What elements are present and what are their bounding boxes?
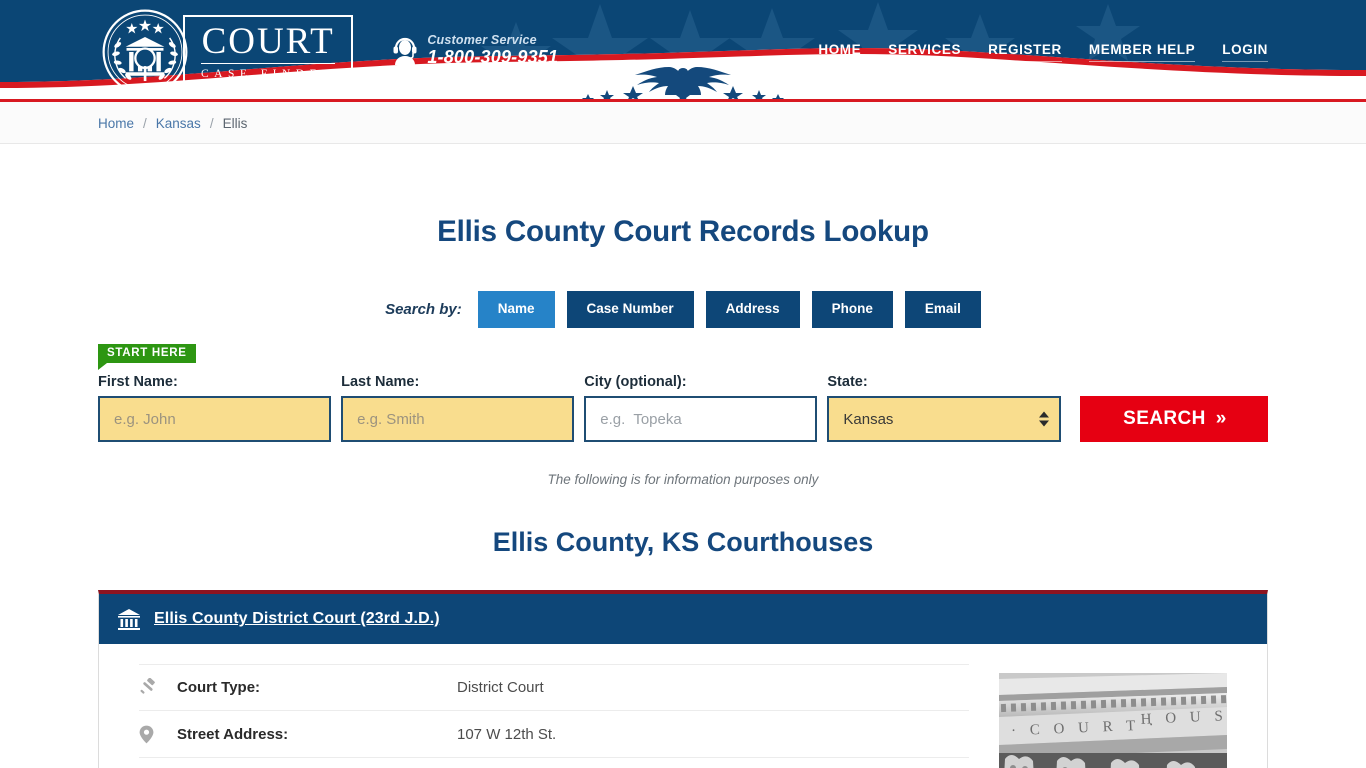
search-button[interactable]: SEARCH » [1079,396,1268,442]
tab-case-number[interactable]: Case Number [566,291,694,328]
tab-phone[interactable]: Phone [811,291,893,328]
breadcrumb-separator: / [209,115,214,131]
breadcrumb-current: Ellis [222,115,248,131]
tab-name[interactable]: Name [477,291,555,328]
customer-service-label: Customer Service [427,33,537,47]
state-select[interactable]: Kansas [827,396,1061,442]
header-eagle-emblem [582,67,784,102]
double-chevron-right-icon: » [1215,408,1226,429]
row-label: Street Address: [177,725,289,743]
last-name-input[interactable] [341,396,575,442]
start-here-wrapper: START HERE [98,343,1268,370]
start-here-badge: START HERE [98,343,196,370]
last-name-field-group: Last Name: [341,373,575,442]
people-search-form: First Name: Last Name: City (optional): … [98,373,1268,442]
court-detail-table: Court Type: District Court Street Addres… [139,664,969,768]
disclaimer-text: The following is for information purpose… [547,472,819,487]
breadcrumb-state[interactable]: Kansas [156,116,201,131]
bank-building-icon [118,609,140,630]
row-value: 107 W 12th St. [457,725,557,743]
state-field-group: State: Kansas [827,373,1061,442]
state-label: State: [827,373,868,390]
city-field-group: City (optional): [584,373,818,442]
first-name-label: First Name: [98,373,178,390]
first-name-input[interactable] [98,396,332,442]
header-red-rule [0,99,1366,102]
section-title: Ellis County, KS Courthouses [492,527,874,557]
city-label: City (optional): [584,373,687,390]
page-title: Ellis County Court Records Lookup [437,215,929,248]
city-input[interactable] [584,396,818,442]
table-row: Court Type: District Court [139,664,969,711]
map-pin-icon [139,725,177,744]
table-row: Street Address: 107 W 12th St. [139,711,969,758]
tab-email[interactable]: Email [904,291,981,328]
site-header: COURT CASE FINDER Customer Service 1-800… [0,0,1366,102]
search-by-label: Search by: [385,300,462,318]
courthouse-photo: · C O U R T · H O U S E · [999,673,1227,768]
gavel-icon [139,678,177,697]
table-row: City: Hays [139,758,969,768]
tab-address[interactable]: Address [705,291,800,328]
breadcrumb-separator: / [143,115,147,131]
breadcrumb-home[interactable]: Home [98,116,134,131]
row-label: Court Type: [177,679,261,696]
court-card-title-link[interactable]: Ellis County District Court (23rd J.D.) [154,610,440,628]
court-card-body: Court Type: District Court Street Addres… [99,644,1267,768]
search-button-label: SEARCH [1123,408,1206,429]
main-content: Ellis County Court Records Lookup Search… [98,215,1268,768]
first-name-field-group: First Name: [98,373,332,442]
last-name-label: Last Name: [341,373,420,390]
court-card: Ellis County District Court (23rd J.D.) [98,590,1268,768]
breadcrumb: Home / Kansas / Ellis [98,102,1268,144]
breadcrumb-bar: Home / Kansas / Ellis [0,102,1366,144]
court-card-header: Ellis County District Court (23rd J.D.) [99,594,1267,644]
row-value: District Court [457,679,544,696]
search-by-tabs: Search by: Name Case Number Address Phon… [98,291,1268,328]
